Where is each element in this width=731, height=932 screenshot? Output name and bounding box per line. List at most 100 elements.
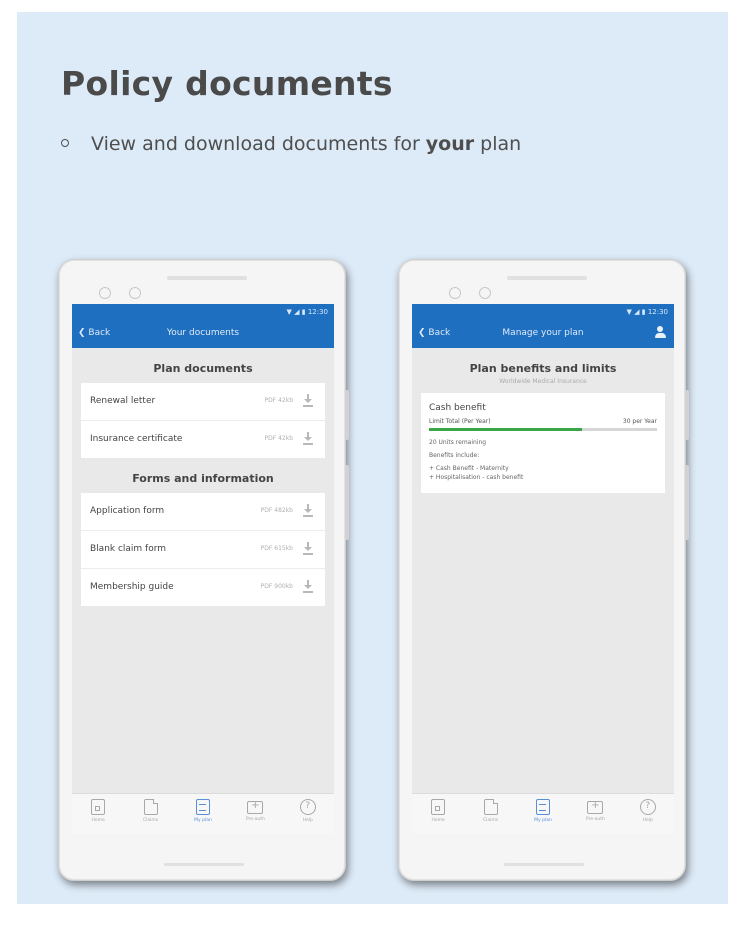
- help-icon: [299, 799, 316, 815]
- app-bar: ❮ Back Your documents: [72, 320, 334, 348]
- tab-claims[interactable]: Claims: [471, 794, 511, 823]
- side-button: [345, 465, 349, 540]
- benefits-label: Benefits include:: [429, 452, 480, 459]
- file-meta: PDF 615kb: [260, 545, 293, 552]
- medical-kit-icon: [247, 800, 264, 814]
- phone-speaker: [507, 276, 587, 280]
- tab-claims[interactable]: Claims: [131, 794, 171, 823]
- benefit-card[interactable]: Cash benefit Limit Total (Per Year) 30 p…: [421, 393, 665, 493]
- subtitle-end: plan: [474, 133, 522, 155]
- tab-label: Help: [642, 818, 653, 823]
- document-row-insurance-certificate[interactable]: Insurance certificate PDF 42kb: [81, 421, 325, 458]
- plan-subheading: Worldwide Medical Insurance: [499, 378, 587, 385]
- plan-documents-list: Renewal letter PDF 42kb Insurance certif…: [81, 383, 325, 458]
- status-time: 12:30: [307, 308, 328, 316]
- home-icon: [431, 799, 446, 815]
- download-icon[interactable]: [303, 503, 313, 517]
- document-row-renewal-letter[interactable]: Renewal letter PDF 42kb: [81, 383, 325, 421]
- benefit-title: Cash benefit: [429, 403, 486, 413]
- tab-help[interactable]: Help: [628, 794, 668, 823]
- tab-label: Pre-auth: [245, 817, 265, 822]
- forms-list: Application form PDF 482kb Blank claim f…: [81, 493, 325, 606]
- usage-progress-bar: [429, 428, 657, 431]
- section-title: Plan documents: [153, 362, 253, 375]
- document-label: Insurance certificate: [90, 434, 183, 444]
- file-meta: PDF 42kb: [264, 397, 293, 404]
- document-row-membership-guide[interactable]: Membership guide PDF 900kb: [81, 569, 325, 606]
- side-button: [685, 390, 689, 440]
- subtitle-text: View and download documents for: [91, 133, 426, 155]
- app-bar: ❮ Back Manage your plan: [412, 320, 674, 348]
- document-label: Renewal letter: [90, 396, 156, 406]
- status-bar: ▼ ◢ ▮ 12:30: [412, 304, 674, 320]
- front-camera-icon: [449, 287, 461, 299]
- phone-documents: ▼ ◢ ▮ 12:30 ❮ Back Your documents Plan d…: [58, 259, 349, 881]
- subtitle-emphasis: your: [425, 133, 475, 155]
- home-icon: [91, 799, 106, 815]
- page-title: Policy documents: [61, 64, 393, 103]
- document-label: Membership guide: [90, 582, 174, 592]
- tab-home[interactable]: Home: [418, 794, 458, 823]
- tab-label: My plan: [194, 818, 212, 823]
- tab-home[interactable]: Home: [78, 794, 118, 823]
- phone-speaker: [167, 276, 247, 280]
- file-meta: PDF 482kb: [260, 507, 293, 514]
- side-button: [345, 390, 349, 440]
- side-button: [685, 465, 689, 540]
- plan-icon: [195, 799, 210, 815]
- status-bar: ▼ ◢ ▮ 12:30: [72, 304, 334, 320]
- tab-bar: Home Claims My plan Pre-auth Help: [412, 793, 674, 834]
- tab-label: Claims: [483, 818, 499, 823]
- tab-label: Help: [302, 818, 313, 823]
- documents-screen: ▼ ◢ ▮ 12:30 ❮ Back Your documents Plan d…: [72, 304, 334, 834]
- manage-plan-screen: ▼ ◢ ▮ 12:30 ❮ Back Manage your plan Plan…: [412, 304, 674, 834]
- section-title: Forms and information: [132, 472, 274, 485]
- download-icon[interactable]: [303, 431, 313, 445]
- app-bar-title: Manage your plan: [502, 328, 584, 338]
- limit-row: Limit Total (Per Year) 30 per Year: [429, 418, 657, 426]
- units-remaining: 20 Units remaining: [429, 439, 487, 446]
- document-label: Application form: [90, 506, 165, 516]
- tab-my-plan[interactable]: My plan: [183, 794, 223, 823]
- tab-pre-auth[interactable]: Pre-auth: [575, 794, 615, 822]
- limit-value: 30 per Year: [622, 418, 657, 425]
- front-camera-icon: [99, 287, 111, 299]
- benefit-item: + Cash Benefit - Maternity: [429, 465, 509, 472]
- user-icon[interactable]: [654, 326, 666, 340]
- document-icon: [483, 799, 498, 815]
- file-meta: PDF 42kb: [264, 435, 293, 442]
- page-subtitle: View and download documents for your pla…: [61, 133, 521, 155]
- front-sensor-icon: [129, 287, 141, 299]
- tab-my-plan[interactable]: My plan: [523, 794, 563, 823]
- phone-bottom-bar: [504, 863, 584, 866]
- tab-label: Pre-auth: [585, 817, 605, 822]
- document-row-application-form[interactable]: Application form PDF 482kb: [81, 493, 325, 531]
- tab-bar: Home Claims My plan Pre-auth Help: [72, 793, 334, 834]
- download-icon[interactable]: [303, 579, 313, 593]
- tab-pre-auth[interactable]: Pre-auth: [235, 794, 275, 822]
- plan-heading: Plan benefits and limits: [469, 362, 617, 375]
- tab-label: Claims: [143, 818, 159, 823]
- download-icon[interactable]: [303, 393, 313, 407]
- tab-help[interactable]: Help: [288, 794, 328, 823]
- document-icon: [143, 799, 158, 815]
- phone-bottom-bar: [164, 863, 244, 866]
- status-time: 12:30: [647, 308, 668, 316]
- tab-label: Home: [91, 818, 105, 823]
- bullet-icon: [61, 138, 69, 147]
- document-row-blank-claim-form[interactable]: Blank claim form PDF 615kb: [81, 531, 325, 569]
- tab-label: Home: [431, 818, 445, 823]
- usage-progress-fill: [429, 428, 582, 431]
- benefit-item: + Hospitalisation - cash benefit: [429, 474, 524, 481]
- phone-manage-plan: ▼ ◢ ▮ 12:30 ❮ Back Manage your plan Plan…: [398, 259, 689, 881]
- limit-label: Limit Total (Per Year): [429, 418, 491, 425]
- tab-label: My plan: [534, 818, 552, 823]
- document-label: Blank claim form: [90, 544, 167, 554]
- plan-icon: [535, 799, 550, 815]
- download-icon[interactable]: [303, 541, 313, 555]
- file-meta: PDF 900kb: [260, 583, 293, 590]
- help-icon: [639, 799, 656, 815]
- medical-kit-icon: [587, 800, 604, 814]
- app-bar-title: Your documents: [166, 328, 240, 338]
- front-sensor-icon: [479, 287, 491, 299]
